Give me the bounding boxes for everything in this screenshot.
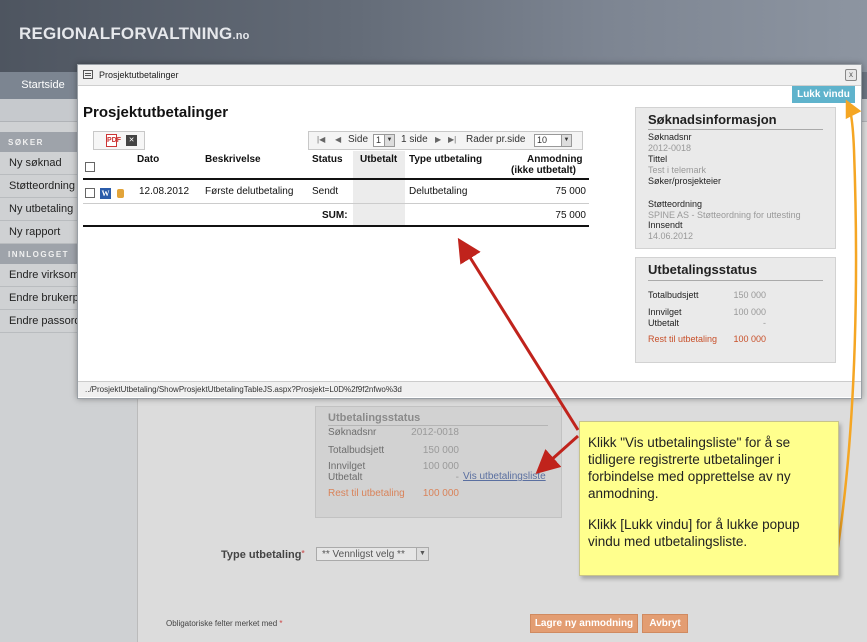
sb-totalbudsjett-label: Totalbudsjett [328, 445, 385, 456]
page-select[interactable]: 1 ▼ [373, 134, 395, 147]
excel-export-icon[interactable]: ✕ [126, 135, 137, 146]
info-title: Søknadsinformasjon [648, 112, 777, 127]
modal-window-title: Prosjektutbetalinger [99, 70, 179, 80]
status-url-bar: ../ProsjektUtbetaling/ShowProsjektUtbeta… [78, 381, 861, 397]
pay-totalbudsjett-label: Totalbudsjett [648, 290, 699, 300]
modal-titlebar: Prosjektutbetalinger x [78, 65, 861, 86]
vis-utbetalingsliste-link[interactable]: Vis utbetalingsliste [463, 471, 546, 482]
info-soker-label: Søker/prosjekteier [648, 176, 722, 186]
chevron-down-icon: ▼ [384, 135, 394, 146]
type-utbetaling-label: Type utbetaling* [221, 549, 305, 561]
select-all-checkbox[interactable] [85, 162, 95, 172]
pay-rest-value: 100 000 [733, 334, 766, 344]
sb-utbetalt-label: Utbetalt [328, 472, 363, 483]
header-banner: REGIONALFORVALTNING.no [0, 0, 867, 72]
info-stotte-label: Støtteordning [648, 199, 703, 209]
row-type: Delutbetaling [409, 186, 468, 197]
modal-heading: Prosjektutbetalinger [83, 104, 229, 121]
lagre-ny-anmodning-button[interactable]: Lagre ny anmodning [530, 614, 638, 633]
payment-title: Utbetalingsstatus [648, 262, 758, 277]
first-page-icon[interactable]: |◀ [317, 135, 325, 144]
lukk-vindu-button[interactable]: Lukk vindu [792, 86, 855, 103]
utbetalingsstatus-panel: Utbetalingsstatus Totalbudsjett 150 000 … [635, 257, 836, 363]
status-box: Utbetalingsstatus Søknadsnr 2012-0018 To… [315, 406, 562, 518]
nav-startside[interactable]: Startside [0, 72, 86, 99]
pay-rest-label: Rest til utbetaling [648, 334, 718, 344]
row-anmodning: 75 000 [555, 186, 586, 197]
pay-innvilget-value: 100 000 [733, 307, 766, 317]
info-tittel-label: Tittel [648, 154, 668, 164]
callout-para-2: Klikk [Lukk vindu] for å lukke popup vin… [588, 517, 800, 549]
sum-rule [83, 225, 589, 227]
col-utbetalt[interactable]: Utbetalt [360, 154, 397, 165]
row-dato: 12.08.2012 [139, 186, 190, 197]
sb-totalbudsjett-value: 150 000 [422, 445, 459, 456]
pay-totalbudsjett-value: 150 000 [733, 290, 766, 300]
chevron-down-icon: ▼ [416, 548, 428, 560]
sb-utbetalt-value: - [455, 472, 459, 483]
export-toolbar: PDF ✕ [93, 131, 145, 150]
col-anmodning[interactable]: Anmodning [527, 154, 583, 165]
callout-para-1: Klikk "Vis utbetalingsliste" for å se ti… [588, 435, 791, 501]
header-rule [83, 178, 589, 180]
col-dato[interactable]: Dato [137, 154, 159, 165]
sb-rest-value: 100 000 [422, 488, 459, 499]
sb-innvilget-label: Innvilget [328, 461, 366, 472]
col-status[interactable]: Status [312, 154, 343, 165]
close-icon[interactable]: x [845, 69, 857, 81]
pay-utbetalt-label: Utbetalt [648, 318, 680, 328]
row-beskrivelse: Første delutbetaling [205, 186, 294, 197]
sb-innvilget-value: 100 000 [422, 461, 459, 472]
info-innsendt-value: 14.06.2012 [648, 231, 694, 241]
pager-of-text: 1 side [401, 134, 428, 145]
row-rule [83, 203, 589, 204]
sb-soknadsnr-label: Søknadsnr [328, 427, 377, 438]
avbryt-button[interactable]: Avbryt [642, 614, 688, 633]
row-status: Sendt [312, 186, 339, 197]
lock-icon [117, 189, 124, 198]
info-soknadsnr-label: Søknadsnr [648, 132, 692, 142]
required-fields-note: Obligatoriske felter merket med * [166, 619, 283, 628]
pager-side-label: Side [348, 134, 369, 145]
word-document-icon[interactable]: W [100, 188, 111, 199]
type-utbetaling-select[interactable]: ** Vennligst velg ** ▼ [316, 547, 429, 561]
col-type-utbetaling[interactable]: Type utbetaling [409, 154, 482, 165]
status-box-title: Utbetalingsstatus [328, 412, 421, 424]
info-innsendt-label: Innsendt [648, 220, 683, 230]
sum-value: 75 000 [555, 210, 586, 221]
soknadsinformasjon-panel: Søknadsinformasjon Søknadsnr 2012-0018 T… [635, 107, 836, 249]
pay-innvilget-label: Innvilget [648, 307, 682, 317]
sum-label: SUM: [322, 210, 348, 221]
brand-logo: REGIONALFORVALTNING.no [19, 24, 250, 43]
chevron-down-icon: ▼ [561, 135, 571, 146]
pay-utbetalt-value: - [763, 318, 766, 328]
next-page-icon[interactable]: ▶ [435, 135, 441, 144]
info-soknadsnr-value: 2012-0018 [648, 143, 692, 153]
last-page-icon[interactable]: ▶| [448, 135, 456, 144]
window-icon [83, 70, 93, 79]
prev-page-icon[interactable]: ◀ [335, 135, 341, 144]
row-checkbox[interactable] [85, 188, 95, 198]
rows-per-page-select[interactable]: 10 ▼ [534, 134, 572, 147]
info-stotte-value: SPINE AS - Støtteordning for uttesting [648, 210, 801, 220]
info-tittel-value: Test i telemark [648, 165, 707, 175]
rows-per-page-label: Rader pr.side [466, 134, 526, 145]
instruction-callout: Klikk "Vis utbetalingsliste" for å se ti… [579, 421, 839, 576]
sb-soknadsnr-value: 2012-0018 [411, 427, 459, 438]
sb-rest-label: Rest til utbetaling [328, 488, 405, 499]
pager: |◀ ◀ Side 1 ▼ 1 side ▶ ▶| Rader pr.side 1… [308, 131, 583, 150]
pdf-export-icon[interactable]: PDF [106, 134, 121, 147]
col-anmodning-sub: (ikke utbetalt) [511, 165, 577, 176]
prosjektutbetalinger-modal: Prosjektutbetalinger x Lukk vindu Prosje… [77, 64, 862, 399]
col-beskrivelse[interactable]: Beskrivelse [205, 154, 261, 165]
